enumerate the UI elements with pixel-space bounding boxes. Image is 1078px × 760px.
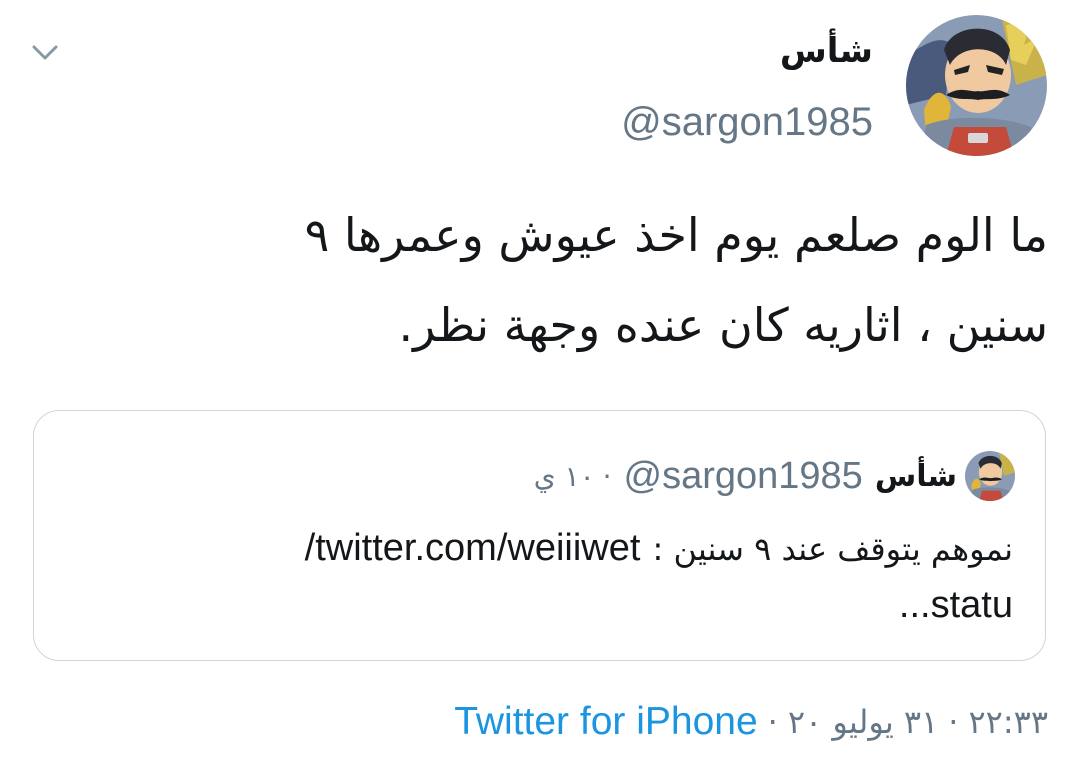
quoted-text-line-1: نموهم يتوقف عند ٩ سنين : twitter.com/wei…	[94, 519, 1013, 577]
author-avatar[interactable]	[906, 15, 1047, 156]
quoted-timestamp: ١٠ ي	[533, 459, 595, 493]
meta-separator: ·	[767, 703, 778, 741]
author-display-name[interactable]: شأس	[780, 26, 873, 76]
tweet-meta: ٢٢:٣٣ · ٣١ يوليو ٢٠ · Twitter for iPhone	[454, 697, 1048, 747]
quoted-author-avatar	[965, 451, 1015, 501]
quoted-link: twitter.com/weiiiwet/	[304, 527, 641, 569]
tweet-time: ٢٢:٣٣	[968, 703, 1048, 741]
quoted-text-arabic: نموهم يتوقف عند ٩ سنين :	[652, 530, 1013, 568]
tweet-text-line: ما الوم صلعم يوم اخذ عيوش وعمرها ٩	[304, 208, 1048, 262]
quoted-tweet-card[interactable]: شأس @sargon1985 · ١٠ ي نموهم يتوقف عند ٩…	[33, 410, 1046, 661]
tweet-date: ٣١ يوليو ٢٠	[787, 703, 939, 741]
quoted-author-handle: @sargon1985	[623, 454, 863, 497]
quoted-link-continued: statu...	[898, 584, 1013, 626]
quoted-tweet-text: نموهم يتوقف عند ٩ سنين : twitter.com/wei…	[94, 519, 1013, 633]
quoted-separator: ·	[602, 459, 612, 493]
quoted-tweet-header: شأس @sargon1985 · ١٠ ي	[534, 451, 1015, 501]
author-handle[interactable]: @sargon1985	[621, 98, 873, 146]
tweet-text: ما الوم صلعم يوم اخذ عيوش وعمرها ٩ سنين …	[120, 190, 1048, 370]
tweet-source-link[interactable]: Twitter for iPhone	[454, 700, 757, 744]
meta-separator: ·	[948, 703, 959, 741]
tweet-text-line: سنين ، اثاريه كان عنده وجهة نظر.	[398, 298, 1048, 352]
chevron-down-icon[interactable]	[28, 36, 62, 70]
quoted-author-display-name: شأس	[874, 458, 957, 494]
